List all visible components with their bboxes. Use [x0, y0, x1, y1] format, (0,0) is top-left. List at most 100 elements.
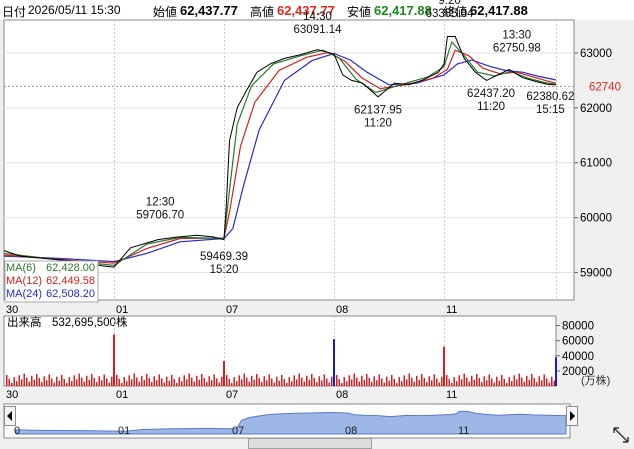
volume-bar: [133, 373, 135, 386]
date-label: 07: [226, 304, 238, 316]
resize-icon[interactable]: [612, 426, 630, 444]
price-annotation: 62137.95: [354, 104, 402, 116]
volume-bar: [251, 375, 253, 386]
volume-bar: [161, 378, 163, 386]
stock-chart[interactable]: 59000 60000 61000 62000 63000 62740 12:30597…: [0, 0, 634, 449]
volume-bar: [36, 374, 38, 386]
scroll-right-button[interactable]: [566, 406, 578, 426]
volume-bar: [468, 381, 470, 386]
volume-spike: [223, 361, 225, 386]
volume-bar: [473, 379, 475, 386]
navigator-label: 08: [345, 425, 357, 437]
volume-bar: [411, 377, 413, 386]
volume-bar: [318, 376, 320, 386]
price-annotation: 63091.14: [294, 24, 343, 36]
volume-bar: [176, 383, 178, 386]
volume-bar: [226, 374, 228, 386]
volume-bar: [336, 374, 338, 386]
current-price-label: 62740: [589, 82, 621, 94]
volume-bar: [246, 377, 248, 386]
volume-bar: [21, 379, 23, 386]
volume-spike: [113, 334, 115, 386]
price-tick-label: 60000: [580, 213, 612, 225]
volume-date-label: 30: [6, 389, 18, 401]
volume-bar: [281, 374, 283, 386]
volume-bar: [388, 380, 390, 386]
volume-bar: [313, 378, 315, 386]
volume-bar: [6, 374, 8, 386]
volume-bar: [498, 380, 500, 386]
volume-bar: [506, 383, 508, 386]
volume-bar: [121, 383, 123, 386]
volume-bar: [53, 382, 55, 386]
price-annotation: 59706.70: [136, 210, 184, 222]
volume-bar: [513, 375, 515, 386]
volume-bar: [426, 382, 428, 386]
volume-tick-label: 80000: [562, 321, 594, 333]
volume-bar: [378, 374, 380, 386]
volume-bar: [68, 377, 70, 386]
date-label: 11: [446, 304, 457, 316]
volume-spike: [443, 346, 445, 386]
volume-bar: [541, 380, 543, 386]
volume-bar: [373, 376, 375, 386]
volume-bar: [521, 377, 523, 386]
volume-bar: [28, 381, 30, 386]
volume-bar: [491, 378, 493, 386]
price-annotation: 15:20: [210, 264, 239, 276]
volume-bar: [218, 382, 220, 386]
volume-bar: [268, 374, 270, 386]
volume-bar: [456, 381, 458, 386]
volume-bar: [66, 383, 68, 386]
volume-bar: [196, 375, 198, 386]
volume-bar: [383, 382, 385, 386]
scroll-left-button[interactable]: [4, 406, 16, 426]
volume-bar: [146, 374, 148, 386]
volume-bar: [93, 378, 95, 386]
volume-bar: [18, 375, 20, 386]
volume-bar: [433, 374, 435, 386]
volume-bar: [88, 379, 90, 386]
navigator-label: 01: [118, 425, 130, 437]
volume-bar: [416, 375, 418, 386]
volume-bar: [346, 381, 348, 386]
volume-bar: [348, 375, 350, 386]
volume-bar: [153, 376, 155, 386]
volume-bar: [543, 374, 545, 386]
volume-bar: [13, 377, 15, 386]
volume-bar: [231, 383, 233, 386]
volume-bar: [276, 376, 278, 386]
price-annotation: 63385.04: [426, 8, 475, 20]
volume-bar: [306, 375, 308, 386]
scroll-thumb[interactable]: [248, 438, 372, 449]
volume-date-label: 07: [226, 389, 238, 401]
volume-bar: [363, 379, 365, 386]
volume-bar: [341, 383, 343, 386]
volume-bar: [418, 379, 420, 386]
price-annotation: 62437.20: [467, 88, 515, 100]
volume-bar: [111, 376, 113, 386]
price-annotation: 11:20: [364, 117, 392, 129]
volume-bar: [78, 373, 80, 386]
arrow-left-icon: [7, 411, 12, 421]
volume-bar: [136, 377, 138, 386]
volume-bar: [211, 380, 213, 386]
legend-ma24-label: MA(24): [6, 288, 42, 300]
volume-bar: [243, 373, 245, 386]
volume-bar: [401, 381, 403, 386]
volume-bar: [448, 378, 450, 386]
date-label: 08: [336, 304, 348, 316]
volume-bar: [458, 375, 460, 386]
volume-bar: [238, 375, 240, 386]
volume-bar: [108, 382, 110, 386]
volume-tick-label: 60000: [562, 336, 594, 348]
volume-bar: [163, 382, 165, 386]
volume-bar: [201, 374, 203, 386]
volume-bar: [278, 380, 280, 386]
volume-bar: [51, 378, 53, 386]
legend-ma6-value: 62,428.00: [46, 262, 95, 274]
volume-bar: [258, 378, 260, 386]
volume-bar: [171, 374, 173, 386]
volume-axis: 20000400006000080000: [556, 321, 594, 378]
volume-bar: [531, 374, 533, 386]
